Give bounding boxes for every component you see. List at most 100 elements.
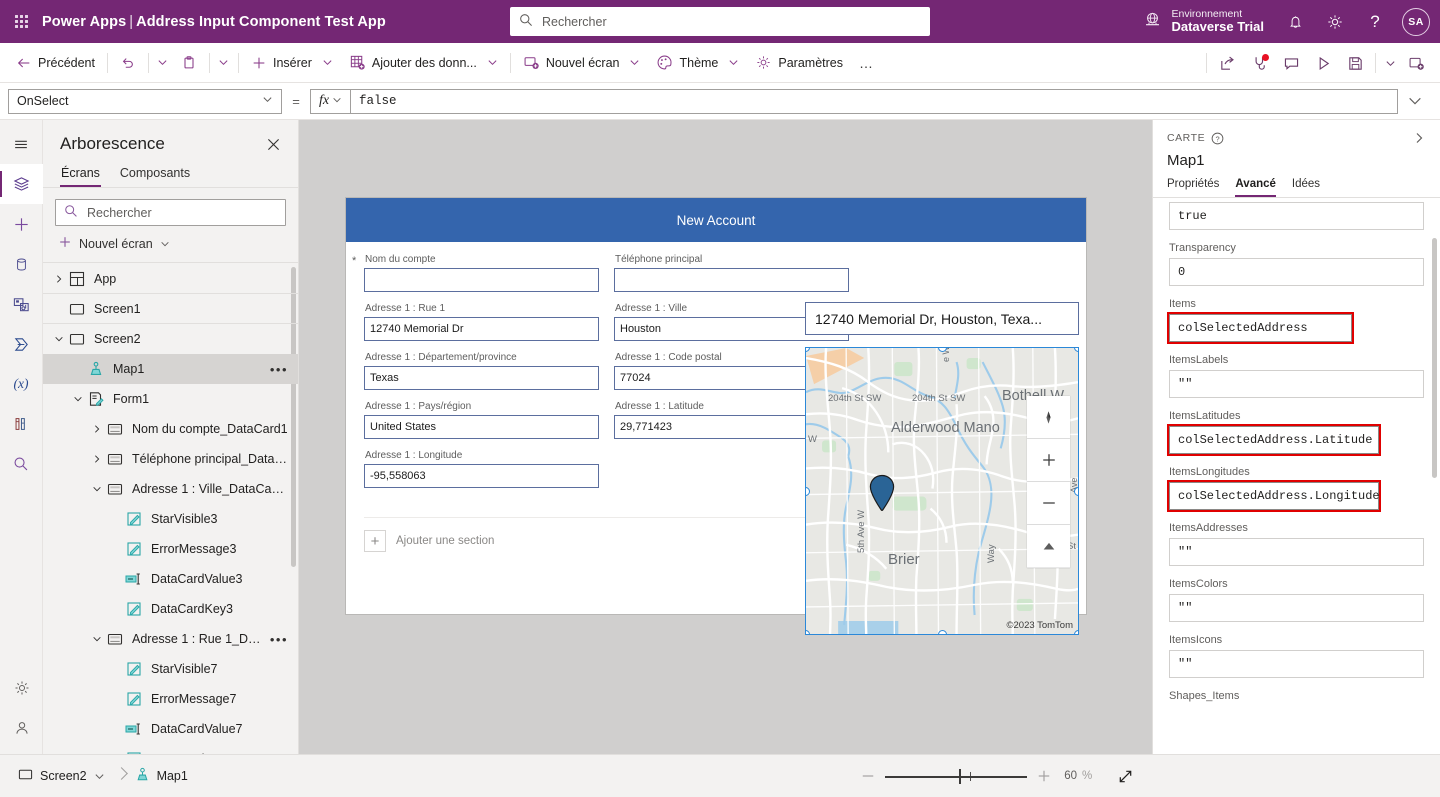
map-control-selected[interactable]: 204th St SW204th St SWBothell We WAlderw… bbox=[805, 347, 1079, 635]
save-icon[interactable] bbox=[1339, 48, 1371, 78]
property-value-input[interactable]: 0 bbox=[1169, 258, 1424, 286]
fit-to-screen-button[interactable] bbox=[1112, 763, 1138, 789]
sidebar-item-media[interactable] bbox=[0, 284, 43, 324]
share-icon[interactable] bbox=[1211, 48, 1243, 78]
help-circle-icon[interactable]: ? bbox=[1211, 132, 1224, 145]
help-question-icon[interactable]: ? bbox=[1356, 0, 1394, 43]
breadcrumb-screen[interactable]: Screen2 bbox=[14, 763, 113, 789]
tab-ideas[interactable]: Idées bbox=[1292, 178, 1320, 197]
add-data-chevron-down-icon[interactable] bbox=[487, 57, 498, 68]
property-value-input[interactable]: colSelectedAddress.Latitude bbox=[1167, 424, 1381, 456]
zoom-in-button[interactable] bbox=[1031, 763, 1057, 789]
canvas-area[interactable]: New Account * Nom du compte Adresse 1 : Ru… bbox=[299, 120, 1152, 754]
close-icon[interactable] bbox=[262, 133, 284, 155]
plus-icon[interactable]: + bbox=[364, 530, 386, 552]
theme-button[interactable]: Thème bbox=[648, 48, 747, 78]
tab-components[interactable]: Composants bbox=[119, 163, 191, 187]
formula-expand-button[interactable] bbox=[1398, 93, 1432, 109]
undo-icon[interactable] bbox=[112, 48, 144, 78]
chevron-right-icon[interactable] bbox=[89, 454, 105, 464]
chevron-down-icon[interactable] bbox=[51, 334, 67, 344]
map-pin-marker[interactable] bbox=[868, 474, 896, 515]
field-input[interactable] bbox=[614, 268, 849, 292]
chevron-down-icon[interactable] bbox=[94, 771, 105, 782]
zoom-out-control[interactable] bbox=[1027, 482, 1070, 525]
waffle-grid-icon[interactable] bbox=[0, 15, 42, 28]
property-value-input[interactable]: "" bbox=[1169, 370, 1424, 398]
clipboard-paste-icon[interactable] bbox=[173, 48, 205, 78]
tree-node[interactable]: StarVisible7 bbox=[43, 654, 298, 684]
tree-node[interactable]: Screen1 bbox=[43, 294, 298, 324]
field-input[interactable]: United States bbox=[364, 415, 599, 439]
hamburger-menu-icon[interactable] bbox=[0, 124, 43, 164]
field-input[interactable]: 12740 Memorial Dr bbox=[364, 317, 599, 341]
field-input[interactable]: Texas bbox=[364, 366, 599, 390]
sidebar-item-variables[interactable]: (x) bbox=[0, 364, 43, 404]
compass-control[interactable] bbox=[1027, 396, 1070, 439]
zoom-slider[interactable] bbox=[885, 765, 1027, 787]
play-preview-icon[interactable] bbox=[1307, 48, 1339, 78]
tree-node[interactable]: Nom du compte_DataCard1 bbox=[43, 414, 298, 444]
new-screen-link[interactable]: Nouvel écran bbox=[43, 226, 298, 263]
advanced-settings-icon[interactable] bbox=[0, 668, 43, 708]
tree-node[interactable]: ErrorMessage3 bbox=[43, 534, 298, 564]
property-value-input[interactable]: "" bbox=[1169, 594, 1424, 622]
theme-chevron-down-icon[interactable] bbox=[728, 57, 739, 68]
tree-node-more-button[interactable]: ••• bbox=[264, 362, 288, 377]
property-value-input[interactable]: colSelectedAddress bbox=[1167, 312, 1354, 344]
resize-handle-e[interactable] bbox=[1074, 487, 1078, 496]
sidebar-item-insert[interactable] bbox=[0, 204, 43, 244]
environment-selector[interactable]: Environnement Dataverse Trial bbox=[1137, 8, 1274, 35]
sidebar-item-tree-view[interactable] bbox=[0, 164, 43, 204]
tree-node-more-button[interactable]: ••• bbox=[264, 632, 288, 647]
tree-node[interactable]: DataCardKey3 bbox=[43, 594, 298, 624]
tab-properties[interactable]: Propriétés bbox=[1167, 178, 1219, 197]
tree-node[interactable]: Form1 bbox=[43, 384, 298, 414]
tab-screens[interactable]: Écrans bbox=[60, 163, 101, 187]
account-icon[interactable] bbox=[0, 708, 43, 748]
avatar[interactable]: SA bbox=[1402, 7, 1430, 36]
field-input[interactable] bbox=[364, 268, 599, 292]
undo-chevron-down-icon[interactable] bbox=[153, 48, 173, 78]
resize-handle-se[interactable] bbox=[1074, 630, 1078, 634]
paste-chevron-down-icon[interactable] bbox=[214, 48, 234, 78]
tab-advanced[interactable]: Avancé bbox=[1235, 178, 1276, 197]
tree-node[interactable]: DataCardKey7 bbox=[43, 744, 298, 754]
app-checker-icon[interactable] bbox=[1243, 48, 1275, 78]
comments-icon[interactable] bbox=[1275, 48, 1307, 78]
notification-bell-icon[interactable] bbox=[1276, 0, 1314, 43]
property-value-input[interactable]: "" bbox=[1169, 650, 1424, 678]
tree-node[interactable]: Screen2 bbox=[43, 324, 298, 354]
settings-gear-icon[interactable] bbox=[1316, 0, 1354, 43]
chevron-down-icon[interactable] bbox=[160, 239, 170, 249]
new-screen-chevron-down-icon[interactable] bbox=[629, 57, 640, 68]
tree-node[interactable]: StarVisible3 bbox=[43, 504, 298, 534]
pitch-control[interactable] bbox=[1027, 525, 1070, 568]
tree-search-input[interactable] bbox=[85, 204, 277, 221]
global-search[interactable] bbox=[510, 7, 930, 36]
search-input[interactable] bbox=[540, 13, 921, 30]
tree-node[interactable]: DataCardValue3 bbox=[43, 564, 298, 594]
control-tree[interactable]: App Screen1 Screen2 Map1 ••• Form1 Nom du comp… bbox=[43, 263, 298, 754]
back-button[interactable]: Précédent bbox=[8, 48, 103, 78]
tree-node[interactable]: App bbox=[43, 264, 298, 294]
formula-input[interactable]: false bbox=[350, 88, 1398, 114]
settings-button[interactable]: Paramètres bbox=[747, 48, 851, 78]
insert-button[interactable]: Insérer bbox=[243, 48, 341, 78]
property-value-input[interactable]: "" bbox=[1169, 538, 1424, 566]
properties-list[interactable]: true Transparency 0 Items colSelectedAddress… bbox=[1153, 198, 1440, 754]
insert-chevron-down-icon[interactable] bbox=[322, 57, 333, 68]
zoom-slider-thumb[interactable] bbox=[958, 769, 962, 784]
fx-button[interactable]: fx bbox=[310, 88, 350, 114]
tree-search[interactable] bbox=[55, 199, 286, 226]
property-selector[interactable]: OnSelect bbox=[8, 88, 282, 114]
property-value-input[interactable]: colSelectedAddress.Longitude bbox=[1167, 480, 1381, 512]
tree-node[interactable]: Téléphone principal_DataCard1 bbox=[43, 444, 298, 474]
chevron-right-icon[interactable] bbox=[89, 424, 105, 434]
add-data-button[interactable]: Ajouter des donn... bbox=[341, 48, 506, 78]
publish-icon[interactable] bbox=[1400, 48, 1432, 78]
chevron-right-icon[interactable] bbox=[51, 274, 67, 284]
field-input[interactable]: -95,558063 bbox=[364, 464, 599, 488]
save-chevron-down-icon[interactable] bbox=[1380, 48, 1400, 78]
zoom-in-control[interactable] bbox=[1027, 439, 1070, 482]
